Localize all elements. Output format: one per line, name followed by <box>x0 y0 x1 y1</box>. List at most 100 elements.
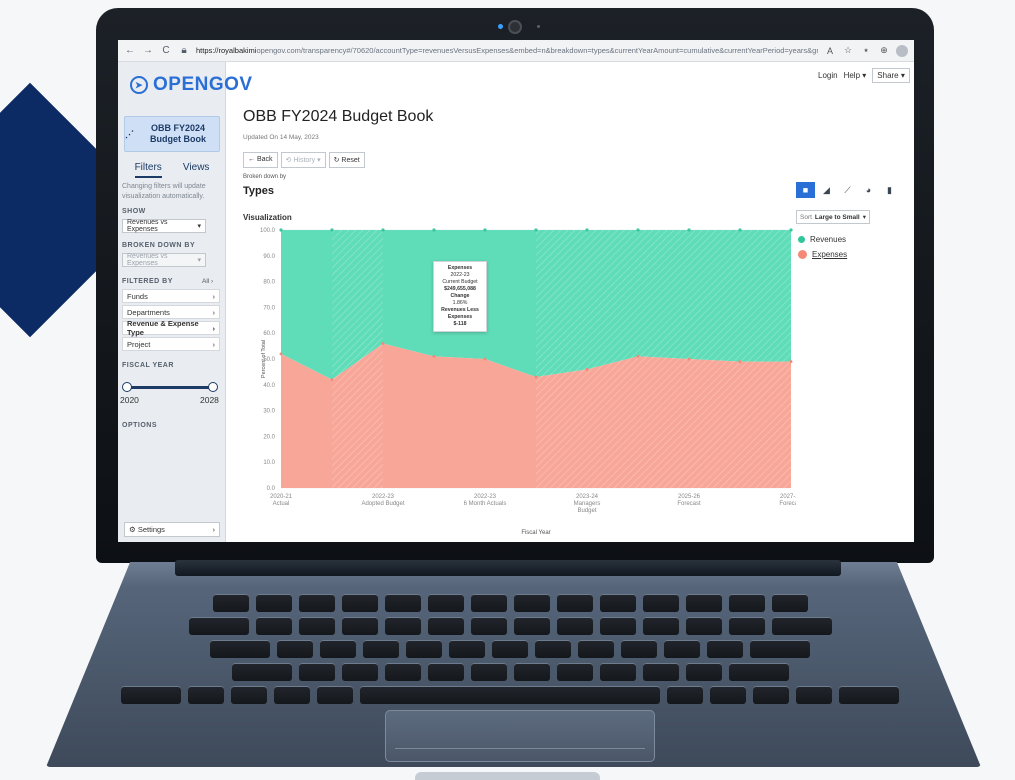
back-arrow-icon[interactable]: ← <box>124 45 136 56</box>
url-host: https://royalbakimi <box>196 46 257 55</box>
expenses-point <box>636 355 640 358</box>
keyboard-key <box>599 594 636 612</box>
tooltip-title: Expenses <box>447 265 473 271</box>
x-tick-label: 2020-21 <box>270 494 293 500</box>
keyboard-key <box>470 663 507 681</box>
x-tick-label: Budget <box>577 508 596 514</box>
share-label: Share <box>877 71 899 80</box>
keyboard-key <box>621 640 657 658</box>
show-select[interactable]: Revenues vs Expenses ▾ <box>122 219 206 233</box>
budget-book-card[interactable]: ⋰ OBB FY2024 Budget Book <box>124 116 220 152</box>
revenues-point <box>330 228 334 232</box>
forward-arrow-icon[interactable]: → <box>142 45 154 56</box>
filter-row-project[interactable]: Project › <box>122 337 220 351</box>
fiscal-year-slider-track[interactable] <box>126 386 212 389</box>
login-link[interactable]: Login <box>818 71 838 80</box>
legend-item-expenses[interactable]: Expenses <box>798 250 847 259</box>
all-toggle[interactable]: All › <box>202 278 213 285</box>
settings-button[interactable]: ⚙ Settings › <box>124 522 220 537</box>
filter-row-funds[interactable]: Funds › <box>122 289 220 303</box>
keyboard-key <box>277 640 313 658</box>
keyboard-key <box>298 594 335 612</box>
y-tick-label: 10.0 <box>263 460 275 466</box>
back-button[interactable]: ← Back <box>243 152 278 168</box>
legend-item-revenues[interactable]: Revenues <box>798 235 847 244</box>
fiscal-year-start: 2020 <box>120 395 139 405</box>
show-label: SHOW <box>122 208 146 215</box>
reset-button[interactable]: ↻ Reset <box>328 152 365 168</box>
keyboard-key <box>556 617 593 635</box>
keyboard-key <box>406 640 442 658</box>
keyboard-key <box>384 663 421 681</box>
expenses-point <box>789 360 793 363</box>
tab-views[interactable]: Views <box>183 162 210 178</box>
help-menu[interactable]: Help ▾ <box>844 71 867 80</box>
read-aloud-icon[interactable]: A <box>824 46 836 56</box>
gear-icon: ⚙ <box>129 525 136 534</box>
share-button[interactable]: Share ▾ <box>872 68 910 83</box>
keyboard-key <box>599 663 636 681</box>
revenues-point <box>483 228 487 232</box>
keyboard-key <box>341 617 378 635</box>
keyboard-key <box>298 663 335 681</box>
reload-icon[interactable]: C <box>160 45 172 56</box>
x-axis-label: Fiscal Year <box>521 530 550 536</box>
fiscal-year-start-handle[interactable] <box>122 382 132 392</box>
filter-row-revenue-expense-type[interactable]: Revenue & Expense Type › <box>122 319 220 337</box>
keyboard-row <box>110 686 910 704</box>
sort-select[interactable]: Sort Large to Small ▾ <box>796 210 870 224</box>
settings-label: Settings <box>137 525 165 534</box>
y-tick-label: 90.0 <box>263 254 275 260</box>
laptop-hinge <box>175 560 841 576</box>
filter-row-label: Revenue & Expense Type <box>127 319 199 337</box>
keyboard-key <box>470 617 507 635</box>
pie-chart-icon[interactable]: ◕ <box>859 182 878 198</box>
opengov-logo[interactable]: ➤ OPENGOV <box>130 74 253 96</box>
collections-icon[interactable]: ⊕ <box>878 45 890 56</box>
chevron-right-icon: › <box>212 323 216 333</box>
keyboard-key <box>513 594 550 612</box>
stacked-area-chart-icon[interactable]: ■ <box>796 182 815 198</box>
favorites-bar-icon[interactable]: ⭑ <box>860 45 872 56</box>
keyboard <box>110 594 910 704</box>
tooltip-amount: $249,655,088 <box>444 286 476 293</box>
tooltip-change-label: Change <box>450 293 470 300</box>
bar-chart-icon[interactable]: ▮ <box>880 182 899 198</box>
profile-avatar[interactable] <box>896 44 908 57</box>
legend-label: Expenses <box>812 250 848 259</box>
y-tick-label: 30.0 <box>263 409 275 415</box>
options-label[interactable]: OPTIONS <box>122 422 157 429</box>
keyboard-key <box>317 686 353 704</box>
keyboard-key <box>255 617 292 635</box>
line-chart-icon[interactable]: ⟋ <box>838 182 857 198</box>
camera-light <box>498 24 503 29</box>
revenues-point <box>279 228 283 232</box>
keyboard-key <box>427 663 464 681</box>
area-chart-icon[interactable]: ◢ <box>817 182 836 198</box>
fiscal-year-label: FISCAL YEAR <box>122 362 174 369</box>
keyboard-key <box>664 640 700 658</box>
favorite-icon[interactable]: ☆ <box>842 45 854 56</box>
keyboard-key <box>513 617 550 635</box>
url-field[interactable]: https://royalbakimiopengov.com/transpare… <box>196 46 818 55</box>
y-axis-label: Percent of Total <box>261 340 267 378</box>
revenues-point <box>534 228 538 232</box>
filter-row-label: Departments <box>127 307 170 317</box>
keyboard-key <box>341 663 378 681</box>
filter-row-label: Project <box>127 339 151 349</box>
chevron-right-icon: › <box>212 339 216 349</box>
laptop-scene: ← → C 🔒︎ https://royalbakimiopengov.com/… <box>0 0 1015 780</box>
fiscal-year-end-handle[interactable] <box>208 382 218 392</box>
opengov-logo-icon: ➤ <box>130 76 148 94</box>
history-icon: ⟲ <box>285 157 292 164</box>
keyboard-key <box>771 594 808 612</box>
tab-filters[interactable]: Filters <box>134 162 162 178</box>
filter-row-departments[interactable]: Departments › <box>122 305 220 319</box>
caret-down-icon: ▾ <box>862 214 866 221</box>
keyboard-key <box>427 594 464 612</box>
x-tick-label: Actual <box>273 501 290 507</box>
expenses-point <box>687 357 691 361</box>
tooltip-rle-value: $-118 <box>453 321 467 328</box>
expenses-point <box>279 352 283 356</box>
x-tick-label: Forecast <box>677 501 701 507</box>
